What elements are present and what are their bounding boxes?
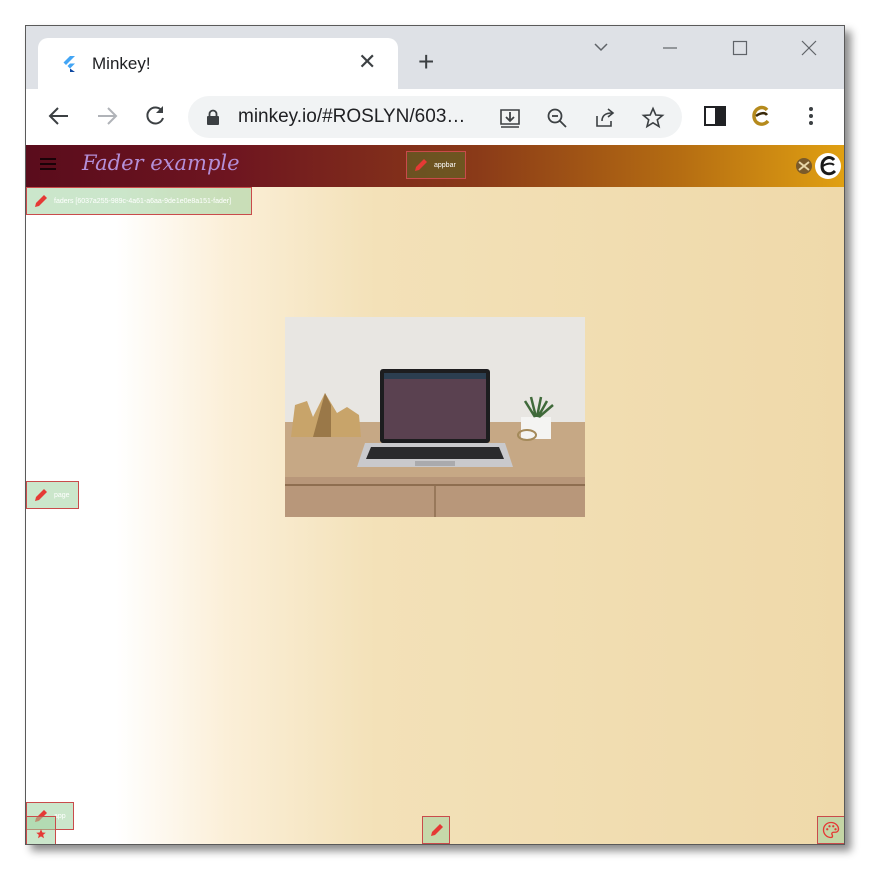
appbar-edit-button[interactable]: appbar — [406, 151, 466, 179]
side-panel-icon[interactable] — [702, 103, 728, 129]
center-edit-button[interactable] — [422, 816, 450, 844]
more-menu-icon[interactable] — [798, 103, 824, 129]
pencil-icon — [415, 159, 427, 171]
close-icon — [801, 40, 817, 56]
close-window-button[interactable] — [789, 34, 829, 64]
chevron-down-icon[interactable] — [592, 38, 610, 56]
bookmark-star-icon[interactable] — [641, 106, 665, 130]
maximize-icon — [732, 40, 748, 56]
new-tab-button[interactable]: + — [418, 48, 434, 76]
menu-icon[interactable] — [40, 158, 56, 172]
appbar-edit-label: appbar — [434, 161, 456, 169]
pencil-icon — [35, 195, 47, 207]
browser-toolbar: minkey.io/#ROSLYN/603… — [26, 89, 844, 146]
maximize-button[interactable] — [720, 34, 760, 64]
back-arrow-icon[interactable] — [46, 103, 72, 129]
url-text: minkey.io/#ROSLYN/603… — [238, 106, 466, 127]
tab-minkey[interactable]: Minkey! ✕ — [38, 38, 398, 89]
reload-icon[interactable] — [142, 103, 168, 129]
pencil-icon — [35, 489, 47, 501]
minkey-logo-icon[interactable] — [790, 150, 842, 182]
tab-close-icon[interactable]: ✕ — [358, 50, 376, 74]
tab-strip: Minkey! ✕ + — [26, 26, 844, 89]
favorite-button[interactable] — [26, 816, 56, 844]
share-icon[interactable] — [593, 106, 617, 130]
minkey-extension-icon[interactable] — [748, 103, 774, 129]
laptop-photo — [285, 317, 585, 517]
star-icon — [36, 829, 46, 839]
palette-button[interactable] — [817, 816, 844, 844]
pencil-icon — [431, 824, 443, 836]
page-edit-button[interactable]: page — [26, 481, 79, 509]
minimize-icon — [663, 47, 677, 49]
tab-title: Minkey! — [92, 54, 151, 73]
browser-window: Minkey! ✕ + minkey.io/#ROSLYN/603… Fader… — [25, 25, 845, 845]
lock-icon — [207, 109, 219, 125]
address-bar[interactable]: minkey.io/#ROSLYN/603… — [188, 96, 682, 138]
faders-edit-label: faders [6037a255-989c-4a61-a6aa-9de1e0e8… — [54, 197, 232, 205]
forward-arrow-icon[interactable] — [94, 103, 120, 129]
app-bar-title: Fader example — [82, 151, 240, 175]
zoom-out-icon[interactable] — [545, 106, 569, 130]
faders-edit-button[interactable]: faders [6037a255-989c-4a61-a6aa-9de1e0e8… — [26, 187, 252, 215]
page-content: Fader example appbar faders [6037a255-98… — [26, 145, 844, 844]
palette-icon — [822, 821, 840, 839]
page-edit-label: page — [54, 491, 70, 499]
flutter-logo-icon — [63, 56, 75, 72]
install-app-icon[interactable] — [498, 106, 522, 130]
app-bar: Fader example appbar — [26, 145, 844, 187]
minimize-button[interactable] — [650, 34, 690, 64]
